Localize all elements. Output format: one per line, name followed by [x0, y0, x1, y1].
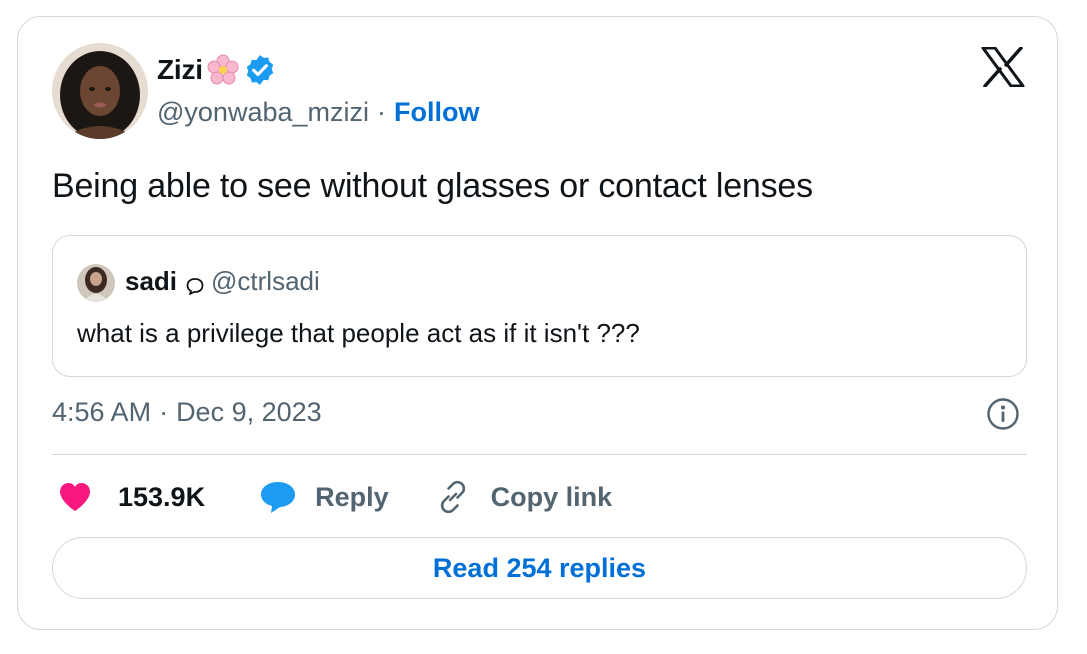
link-icon — [435, 479, 471, 515]
tweet-card: Zizi @yonwaba_mzizi · Follow Being able … — [17, 16, 1058, 630]
handle-separator: · — [377, 97, 386, 127]
quoted-author-avatar[interactable] — [77, 264, 115, 302]
speech-bubble-outline-icon — [185, 272, 205, 295]
copy-link-button[interactable]: Copy link — [435, 479, 613, 515]
info-icon[interactable] — [986, 397, 1020, 431]
author-name-row: Zizi — [157, 53, 277, 87]
quoted-author-handle: @ctrlsadi — [211, 266, 320, 296]
follow-button[interactable]: Follow — [394, 97, 479, 128]
author-name[interactable]: Zizi — [157, 54, 203, 86]
like-button[interactable]: 153.9K — [58, 481, 205, 513]
quoted-tweet-text: what is a privilege that people act as i… — [77, 318, 640, 348]
tweet-date: Dec 9, 2023 — [176, 397, 322, 427]
author-handle[interactable]: @yonwaba_mzizi — [157, 97, 369, 128]
reply-label: Reply — [315, 481, 389, 512]
quoted-name-row: sadi @ctrlsadi — [125, 266, 320, 297]
like-count: 153.9K — [118, 481, 206, 512]
quoted-tweet[interactable]: sadi @ctrlsadi what is a privilege that … — [52, 235, 1027, 377]
reply-button[interactable]: Reply — [259, 480, 389, 514]
copy-link-label: Copy link — [490, 481, 613, 512]
heart-icon — [58, 481, 92, 513]
tweet-timestamp[interactable]: 4:56 AM · Dec 9, 2023 — [52, 397, 322, 428]
cherry-blossom-icon — [207, 54, 239, 86]
timestamp-separator: · — [159, 397, 169, 427]
x-logo-icon[interactable] — [981, 46, 1025, 88]
verified-badge-icon — [243, 53, 277, 87]
author-handle-row: @yonwaba_mzizi · Follow — [157, 97, 479, 128]
tweet-time: 4:56 AM — [52, 397, 152, 427]
tweet-text: Being able to see without glasses or con… — [52, 167, 813, 205]
reply-bubble-icon — [259, 480, 297, 514]
author-avatar[interactable] — [52, 43, 148, 139]
divider — [52, 454, 1027, 455]
action-bar: 153.9K Reply Copy link — [52, 477, 612, 517]
read-replies-button[interactable]: Read 254 replies — [52, 537, 1027, 599]
quoted-author-name: sadi — [125, 266, 178, 296]
